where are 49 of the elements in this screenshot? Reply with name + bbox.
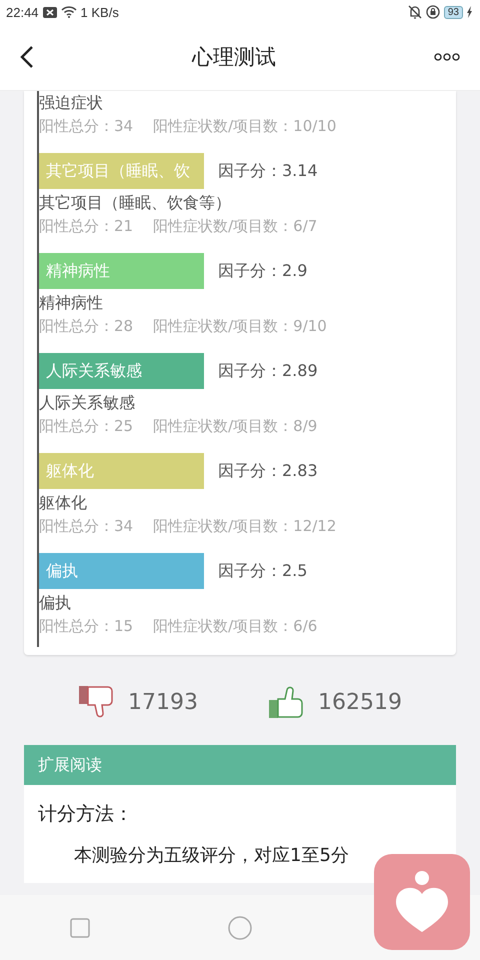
dislike-button[interactable]: 17193 xyxy=(78,685,198,719)
battery-level: 93 xyxy=(444,6,463,18)
muted-bell-icon xyxy=(408,5,422,19)
positive-total: 阳性总分：15 xyxy=(39,616,134,637)
factor-name: 人际关系敏感 xyxy=(39,392,136,414)
section-heading: 计分方法： xyxy=(38,802,134,827)
factor-score: 因子分：2.83 xyxy=(218,460,318,482)
charging-icon xyxy=(467,6,472,18)
like-button[interactable]: 162519 xyxy=(268,685,402,719)
square-icon xyxy=(70,918,90,938)
body-paragraph: 本测验分为五级评分，对应1至5分 xyxy=(73,844,350,867)
circle-icon xyxy=(228,916,252,940)
back-icon xyxy=(20,45,34,69)
factor-name: 其它项目（睡眠、饮食等） xyxy=(39,192,232,214)
factor-name: 偏执 xyxy=(39,592,72,614)
notification-icon xyxy=(42,6,57,18)
factor-bar: 躯体化 xyxy=(39,453,204,489)
positive-ratio: 阳性症状数/项目数：12/12 xyxy=(153,516,336,537)
positive-total: 阳性总分：21 xyxy=(39,216,134,237)
factor-score: 因子分：2.5 xyxy=(218,560,308,582)
positive-ratio: 阳性症状数/项目数：9/10 xyxy=(153,316,327,337)
positive-total: 阳性总分：34 xyxy=(39,116,134,137)
thumbs-down-icon xyxy=(78,685,116,719)
positive-ratio: 阳性症状数/项目数：8/9 xyxy=(153,416,318,437)
positive-total: 阳性总分：28 xyxy=(39,316,134,337)
more-icon xyxy=(434,53,460,61)
lock-rotation-icon xyxy=(426,5,440,19)
factor-name: 躯体化 xyxy=(39,492,88,514)
section-header: 扩展阅读 xyxy=(24,745,456,785)
factor-score: 因子分：2.9 xyxy=(218,260,308,282)
factor-bar: 偏执 xyxy=(39,553,204,589)
factor-bar: 人际关系敏感 xyxy=(39,353,204,389)
positive-ratio: 阳性症状数/项目数：10/10 xyxy=(153,116,336,137)
positive-ratio: 阳性症状数/项目数：6/7 xyxy=(153,216,318,237)
wifi-icon xyxy=(60,6,77,18)
network-speed: 1 KB/s xyxy=(80,4,119,20)
status-time: 22:44 xyxy=(6,4,39,20)
factor-score: 因子分：2.89 xyxy=(218,360,318,382)
factor-name: 强迫症状 xyxy=(39,92,104,114)
factor-bar: 精神病性 xyxy=(39,253,204,289)
thumbs-up-icon xyxy=(268,685,306,719)
floating-app-button[interactable] xyxy=(374,854,470,950)
positive-total: 阳性总分：34 xyxy=(39,516,134,537)
positive-ratio: 阳性症状数/项目数：6/6 xyxy=(153,616,318,637)
factor-score: 因子分：3.14 xyxy=(218,160,318,182)
factor-bar: 其它项目（睡眠、饮 xyxy=(39,153,204,189)
factor-name: 精神病性 xyxy=(39,292,104,314)
positive-total: 阳性总分：25 xyxy=(39,416,134,437)
page-title: 心理测试 xyxy=(192,44,276,71)
